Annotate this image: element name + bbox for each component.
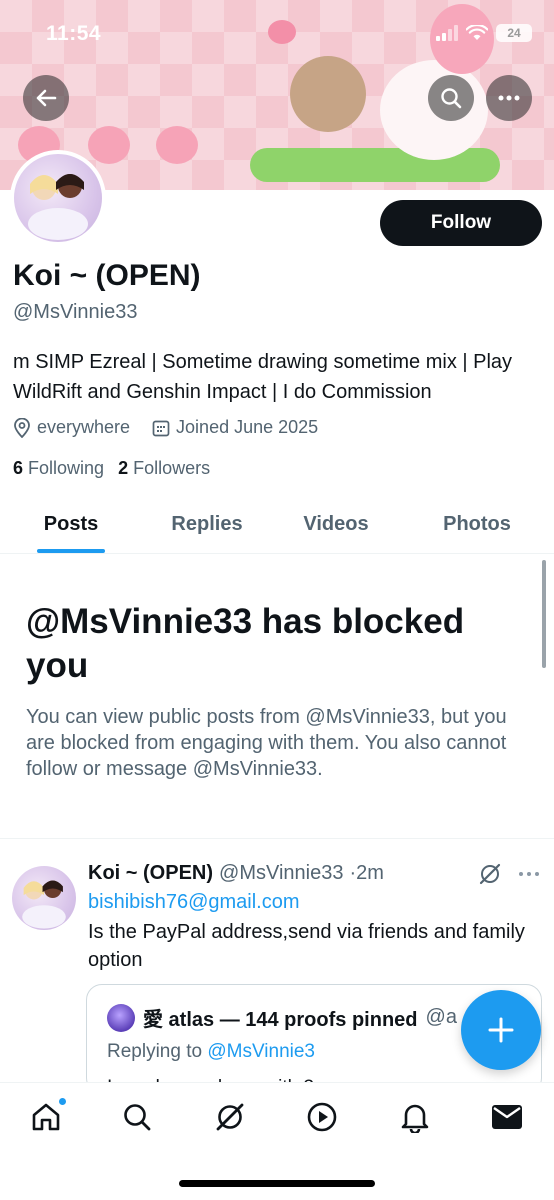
tab-videos[interactable]: Videos xyxy=(272,496,400,553)
more-icon xyxy=(498,95,520,101)
replying-prefix: Replying to xyxy=(107,1041,203,1062)
nav-video[interactable] xyxy=(297,1097,347,1137)
more-icon[interactable] xyxy=(518,871,540,877)
post-text: Is the PayPal address,send via friends a… xyxy=(88,921,525,971)
back-button[interactable] xyxy=(23,75,69,121)
divider xyxy=(0,838,554,839)
profile-bio: m SIMP Ezreal | Sometime drawing sometim… xyxy=(13,351,513,403)
tab-replies[interactable]: Replies xyxy=(142,496,272,553)
post-time: ·2m xyxy=(349,862,384,884)
profile-avatar[interactable] xyxy=(10,150,106,246)
followers-link[interactable]: 2 Followers xyxy=(118,458,210,479)
banner-grass xyxy=(250,148,500,182)
home-indicator[interactable] xyxy=(179,1180,375,1187)
nav-messages[interactable] xyxy=(482,1097,532,1137)
tab-photos[interactable]: Photos xyxy=(400,496,554,553)
profile-handle: @MsVinnie33 xyxy=(13,301,138,323)
grok-icon xyxy=(216,1103,244,1131)
search-button[interactable] xyxy=(428,75,474,121)
bell-icon xyxy=(401,1104,429,1133)
nav-search[interactable] xyxy=(112,1097,162,1137)
quote-replying-to: Replying to @MsVinnie3 xyxy=(107,1041,315,1063)
avatar-image xyxy=(28,174,88,240)
follow-counts: 6 Following 2 Followers xyxy=(13,458,210,479)
quote-author-handle: @a xyxy=(425,1006,457,1028)
video-icon xyxy=(307,1102,337,1132)
quote-avatar xyxy=(107,1003,135,1032)
post-header: Koi ~ (OPEN) @MsVinnie33 ·2m xyxy=(88,862,384,885)
active-tab-indicator xyxy=(37,549,105,553)
post-avatar[interactable] xyxy=(12,866,76,930)
post-actions xyxy=(478,862,540,886)
following-link[interactable]: 6 Following xyxy=(13,458,104,479)
nav-home[interactable] xyxy=(21,1097,71,1137)
status-bar: 11:54 24 xyxy=(0,0,554,70)
mail-icon xyxy=(492,1105,522,1129)
wifi-icon xyxy=(466,25,488,40)
signal-icon xyxy=(436,25,458,41)
replying-handle[interactable]: @MsVinnie3 xyxy=(207,1041,315,1062)
tab-label: Posts xyxy=(43,513,99,535)
home-icon xyxy=(32,1103,60,1131)
profile-meta: everywhere Joined June 2025 xyxy=(13,417,340,438)
post-email-link[interactable]: bishibish76@gmail.com xyxy=(88,891,300,914)
joined-text: Joined June 2025 xyxy=(176,417,319,437)
scrollbar[interactable] xyxy=(542,560,546,668)
tab-posts[interactable]: Posts xyxy=(0,496,142,553)
status-time: 11:54 xyxy=(46,22,102,45)
followers-label: Followers xyxy=(133,458,211,478)
location-text: everywhere xyxy=(37,417,131,437)
post-author-handle[interactable]: @MsVinnie33 xyxy=(219,862,343,885)
avatar-image xyxy=(22,880,66,929)
blocked-description: You can view public posts from @MsVinnie… xyxy=(26,706,507,780)
quote-header: 愛 atlas — 144 proofs pinned @a xyxy=(107,1003,457,1032)
profile-tabs: Posts Replies Videos Photos xyxy=(0,496,554,554)
calendar-icon xyxy=(152,420,170,436)
search-icon xyxy=(124,1104,151,1131)
quote-author-name: 愛 atlas — 144 proofs pinned xyxy=(143,1009,418,1031)
location-pin-icon xyxy=(14,417,30,438)
search-icon xyxy=(441,88,462,109)
grok-icon[interactable] xyxy=(478,862,502,886)
profile-location: everywhere xyxy=(13,417,130,438)
banner-tulip xyxy=(156,126,198,164)
tab-label: Replies xyxy=(171,513,243,535)
home-notification-dot xyxy=(58,1097,67,1106)
plus-icon xyxy=(488,1017,514,1043)
blocked-title: @MsVinnie33 has blocked you xyxy=(26,602,465,685)
profile-joined: Joined June 2025 xyxy=(152,417,318,438)
nav-grok[interactable] xyxy=(205,1097,255,1137)
profile-display-name: Koi ~ (OPEN) xyxy=(13,259,201,292)
back-arrow-icon xyxy=(36,89,57,107)
following-label: Following xyxy=(28,458,105,478)
tab-label: Photos xyxy=(443,513,511,535)
banner-tulip xyxy=(88,126,130,164)
compose-button[interactable] xyxy=(461,990,541,1070)
status-icons: 24 xyxy=(436,24,532,42)
battery-icon: 24 xyxy=(496,24,532,42)
follow-button[interactable]: Follow xyxy=(380,200,542,246)
post-author-name[interactable]: Koi ~ (OPEN) xyxy=(88,862,213,885)
following-count: 6 xyxy=(13,458,24,478)
followers-count: 2 xyxy=(118,458,129,478)
more-button[interactable] xyxy=(486,75,532,121)
nav-notifications[interactable] xyxy=(390,1097,440,1137)
tab-label: Videos xyxy=(303,513,369,535)
